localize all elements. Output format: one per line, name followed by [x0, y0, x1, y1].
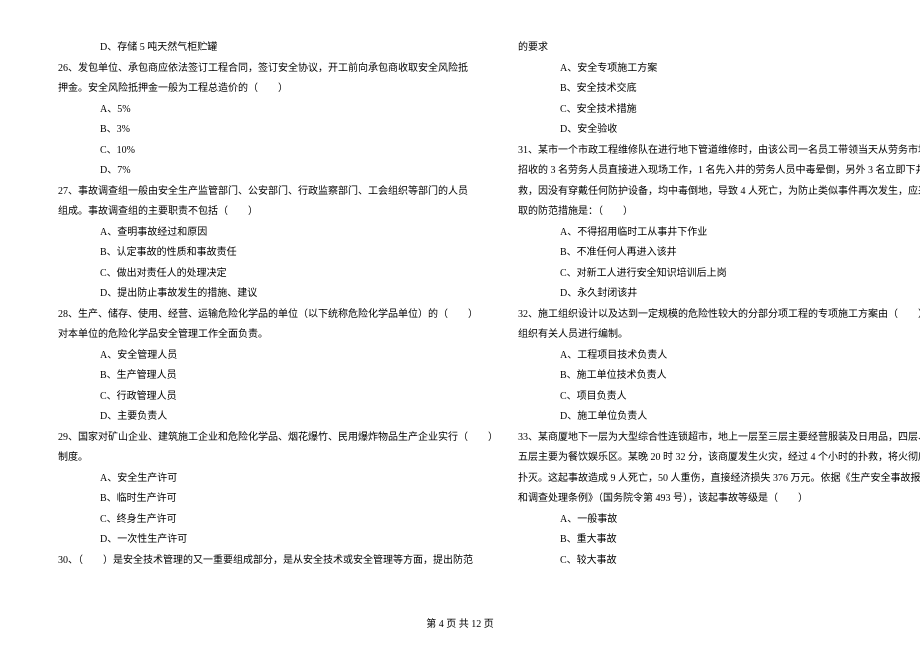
text-line: 取的防范措施是：（ ）	[518, 202, 920, 223]
text-line: D、永久封闭该井	[518, 284, 920, 305]
text-line: A、不得招用临时工从事井下作业	[518, 223, 920, 244]
text-line: 组织有关人员进行编制。	[518, 325, 920, 346]
text-line: B、3%	[58, 120, 498, 141]
text-line: 五层主要为餐饮娱乐区。某晚 20 时 32 分，该商厦发生火灾，经过 4 个小时…	[518, 448, 920, 469]
text-line: D、7%	[58, 161, 498, 182]
text-line: A、5%	[58, 100, 498, 121]
page-footer: 第 4 页 共 12 页	[0, 615, 920, 630]
text-line: C、终身生产许可	[58, 510, 498, 531]
text-line: 26、发包单位、承包商应依法签订工程合同，签订安全协议，开工前向承包商收取安全风…	[58, 59, 498, 80]
text-line: C、行政管理人员	[58, 387, 498, 408]
text-line: 32、施工组织设计以及达到一定规模的危险性较大的分部分项工程的专项施工方案由（ …	[518, 305, 920, 326]
text-line: A、一般事故	[518, 510, 920, 531]
text-line: D、施工单位负责人	[518, 407, 920, 428]
text-line: B、安全技术交底	[518, 79, 920, 100]
text-line: A、查明事故经过和原因	[58, 223, 498, 244]
text-line: D、主要负责人	[58, 407, 498, 428]
text-line: C、10%	[58, 141, 498, 162]
text-line: D、存储 5 吨天然气柜贮罐	[58, 38, 498, 59]
text-line: 和调查处理条例》（国务院令第 493 号），该起事故等级是（ ）	[518, 489, 920, 510]
text-line: 组成。事故调查组的主要职责不包括（ ）	[58, 202, 498, 223]
right-column: 的要求A、安全专项施工方案B、安全技术交底C、安全技术措施D、安全验收31、某市…	[518, 38, 920, 598]
text-line: A、工程项目技术负责人	[518, 346, 920, 367]
text-line: 招收的 3 名劳务人员直接进入现场工作，1 名先入井的劳务人员中毒晕倒，另外 3…	[518, 161, 920, 182]
text-line: 29、国家对矿山企业、建筑施工企业和危险化学品、烟花爆竹、民用爆炸物品生产企业实…	[58, 428, 498, 449]
text-line: D、提出防止事故发生的措施、建议	[58, 284, 498, 305]
text-line: B、不准任何人再进入该井	[518, 243, 920, 264]
text-line: 33、某商厦地下一层为大型综合性连锁超市，地上一层至三层主要经营服装及日用品，四…	[518, 428, 920, 449]
text-line: 31、某市一个市政工程维修队在进行地下管道维修时，由该公司一名员工带领当天从劳务…	[518, 141, 920, 162]
text-line: 救，因没有穿戴任何防护设备，均中毒倒地，导致 4 人死亡，为防止类似事件再次发生…	[518, 182, 920, 203]
text-line: C、对新工人进行安全知识培训后上岗	[518, 264, 920, 285]
text-line: 的要求	[518, 38, 920, 59]
text-line: B、重大事故	[518, 530, 920, 551]
text-line: 对本单位的危险化学品安全管理工作全面负责。	[58, 325, 498, 346]
text-line: A、安全生产许可	[58, 469, 498, 490]
text-line: 27、事故调查组一般由安全生产监管部门、公安部门、行政监察部门、工会组织等部门的…	[58, 182, 498, 203]
text-line: A、安全专项施工方案	[518, 59, 920, 80]
text-line: D、一次性生产许可	[58, 530, 498, 551]
text-line: A、安全管理人员	[58, 346, 498, 367]
left-column: D、存储 5 吨天然气柜贮罐26、发包单位、承包商应依法签订工程合同，签订安全协…	[58, 38, 498, 598]
text-line: 制度。	[58, 448, 498, 469]
text-line: B、施工单位技术负责人	[518, 366, 920, 387]
text-line: C、较大事故	[518, 551, 920, 572]
text-line: 30、（ ）是安全技术管理的又一重要组成部分，是从安全技术或安全管理等方面，提出…	[58, 551, 498, 572]
text-line: C、项目负责人	[518, 387, 920, 408]
text-line: B、临时生产许可	[58, 489, 498, 510]
text-line: D、安全验收	[518, 120, 920, 141]
text-line: 28、生产、储存、使用、经营、运输危险化学品的单位（以下统称危险化学品单位）的（…	[58, 305, 498, 326]
text-line: B、生产管理人员	[58, 366, 498, 387]
text-line: C、做出对责任人的处理决定	[58, 264, 498, 285]
text-line: 扑灭。这起事故造成 9 人死亡，50 人重伤，直接经济损失 376 万元。依据《…	[518, 469, 920, 490]
text-line: B、认定事故的性质和事故责任	[58, 243, 498, 264]
text-line: 押金。安全风险抵押金一般为工程总造价的（ ）	[58, 79, 498, 100]
text-line: C、安全技术措施	[518, 100, 920, 121]
page-content: D、存储 5 吨天然气柜贮罐26、发包单位、承包商应依法签订工程合同，签订安全协…	[58, 38, 862, 598]
